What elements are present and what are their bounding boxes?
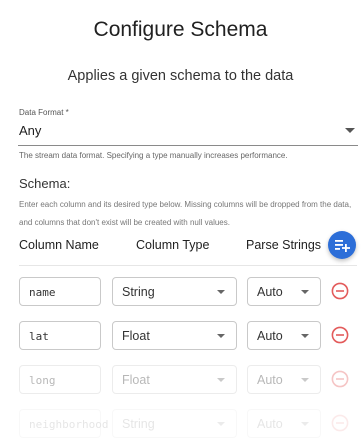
page-subtitle: Applies a given schema to the data <box>67 68 294 84</box>
column-type-select[interactable]: Float <box>112 321 237 350</box>
remove-circle-icon[interactable] <box>331 414 349 432</box>
chevron-down-icon <box>301 290 309 294</box>
column-name-input[interactable]: name <box>19 277 101 306</box>
page-title: Configure Schema <box>93 18 268 41</box>
schema-row: long Float Auto <box>0 365 361 396</box>
column-type-select[interactable]: String <box>112 409 237 438</box>
column-type-value: String <box>122 417 155 431</box>
parse-strings-select[interactable]: Auto <box>247 277 321 306</box>
schema-row: name String Auto <box>0 277 361 308</box>
chevron-down-icon <box>217 422 225 426</box>
schema-label: Schema: <box>19 176 71 191</box>
header-divider <box>19 265 357 266</box>
chevron-down-icon <box>301 422 309 426</box>
column-type-value: Float <box>122 373 150 387</box>
data-format-select[interactable]: Any <box>19 123 41 138</box>
chevron-down-icon <box>217 334 225 338</box>
playlist-add-icon <box>335 240 350 252</box>
column-type-value: Float <box>122 329 150 343</box>
schema-row: neighborhood String Auto <box>0 409 361 440</box>
column-type-value: String <box>122 285 155 299</box>
parse-strings-select[interactable]: Auto <box>247 409 321 438</box>
chevron-down-icon <box>301 378 309 382</box>
remove-circle-icon[interactable] <box>331 370 349 388</box>
column-type-select[interactable]: Float <box>112 365 237 394</box>
data-format-helper: The stream data format. Specifying a typ… <box>19 151 288 160</box>
parse-strings-value: Auto <box>257 417 283 431</box>
parse-strings-value: Auto <box>257 373 283 387</box>
parse-strings-header: Parse Strings <box>246 238 322 252</box>
schema-help-text: Enter each column and its desired type b… <box>19 200 352 227</box>
chevron-down-icon[interactable] <box>345 128 355 133</box>
column-name-input[interactable]: lat <box>19 321 101 350</box>
parse-strings-value: Auto <box>257 329 283 343</box>
remove-circle-icon[interactable] <box>331 282 349 300</box>
parse-strings-select[interactable]: Auto <box>247 365 321 394</box>
column-type-select[interactable]: String <box>112 277 237 306</box>
parse-strings-value: Auto <box>257 285 283 299</box>
data-format-underline <box>18 145 358 146</box>
add-column-button[interactable] <box>328 231 356 259</box>
chevron-down-icon <box>301 334 309 338</box>
remove-circle-icon[interactable] <box>331 326 349 344</box>
column-name-input[interactable]: long <box>19 365 101 394</box>
chevron-down-icon <box>217 378 225 382</box>
data-format-label: Data Format * <box>19 108 69 117</box>
column-name-input[interactable]: neighborhood <box>19 409 108 438</box>
chevron-down-icon <box>217 290 225 294</box>
column-name-header: Column Name <box>19 238 99 252</box>
column-type-header: Column Type <box>136 238 210 252</box>
schema-row: lat Float Auto <box>0 321 361 352</box>
parse-strings-select[interactable]: Auto <box>247 321 321 350</box>
